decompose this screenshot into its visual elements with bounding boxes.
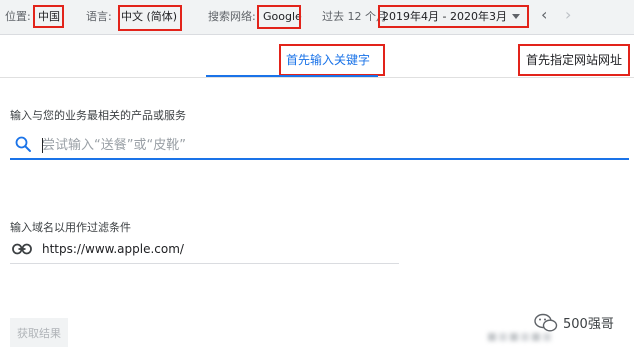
tab-keywords-highlight: [279, 44, 385, 76]
wechat-icon: [534, 313, 558, 333]
text-cursor: [42, 138, 43, 153]
period-highlight: [378, 5, 529, 28]
search-icon: [14, 135, 32, 153]
location-label: 位置:: [5, 10, 31, 23]
tab-website-highlight: [518, 44, 630, 76]
chevron-left-icon[interactable]: ‹: [541, 5, 547, 25]
network-label: 搜索网络:: [208, 10, 256, 23]
search-input[interactable]: [42, 136, 602, 154]
network-highlight: [257, 5, 301, 29]
domain-underline: [10, 263, 399, 264]
chevron-right-icon[interactable]: ›: [565, 5, 571, 25]
watermark-text: 500强哥: [563, 317, 614, 332]
language-label: 语言:: [86, 10, 112, 23]
search-underline: [10, 158, 629, 160]
get-results-button[interactable]: 获取结果: [10, 318, 68, 347]
tabs-divider: [0, 77, 634, 78]
domain-input[interactable]: https://www.apple.com/: [42, 242, 184, 256]
domain-filter-label: 输入域名以用作过滤条件: [10, 221, 131, 234]
top-toolbar: 位置: 中国 语言: 中文 (简体) 搜索网络: Google 过去 12 个月…: [0, 0, 634, 35]
location-highlight: [33, 5, 64, 28]
link-icon: [12, 241, 32, 255]
products-label: 输入与您的业务最相关的产品或服务: [10, 109, 186, 122]
language-highlight: [118, 5, 182, 31]
